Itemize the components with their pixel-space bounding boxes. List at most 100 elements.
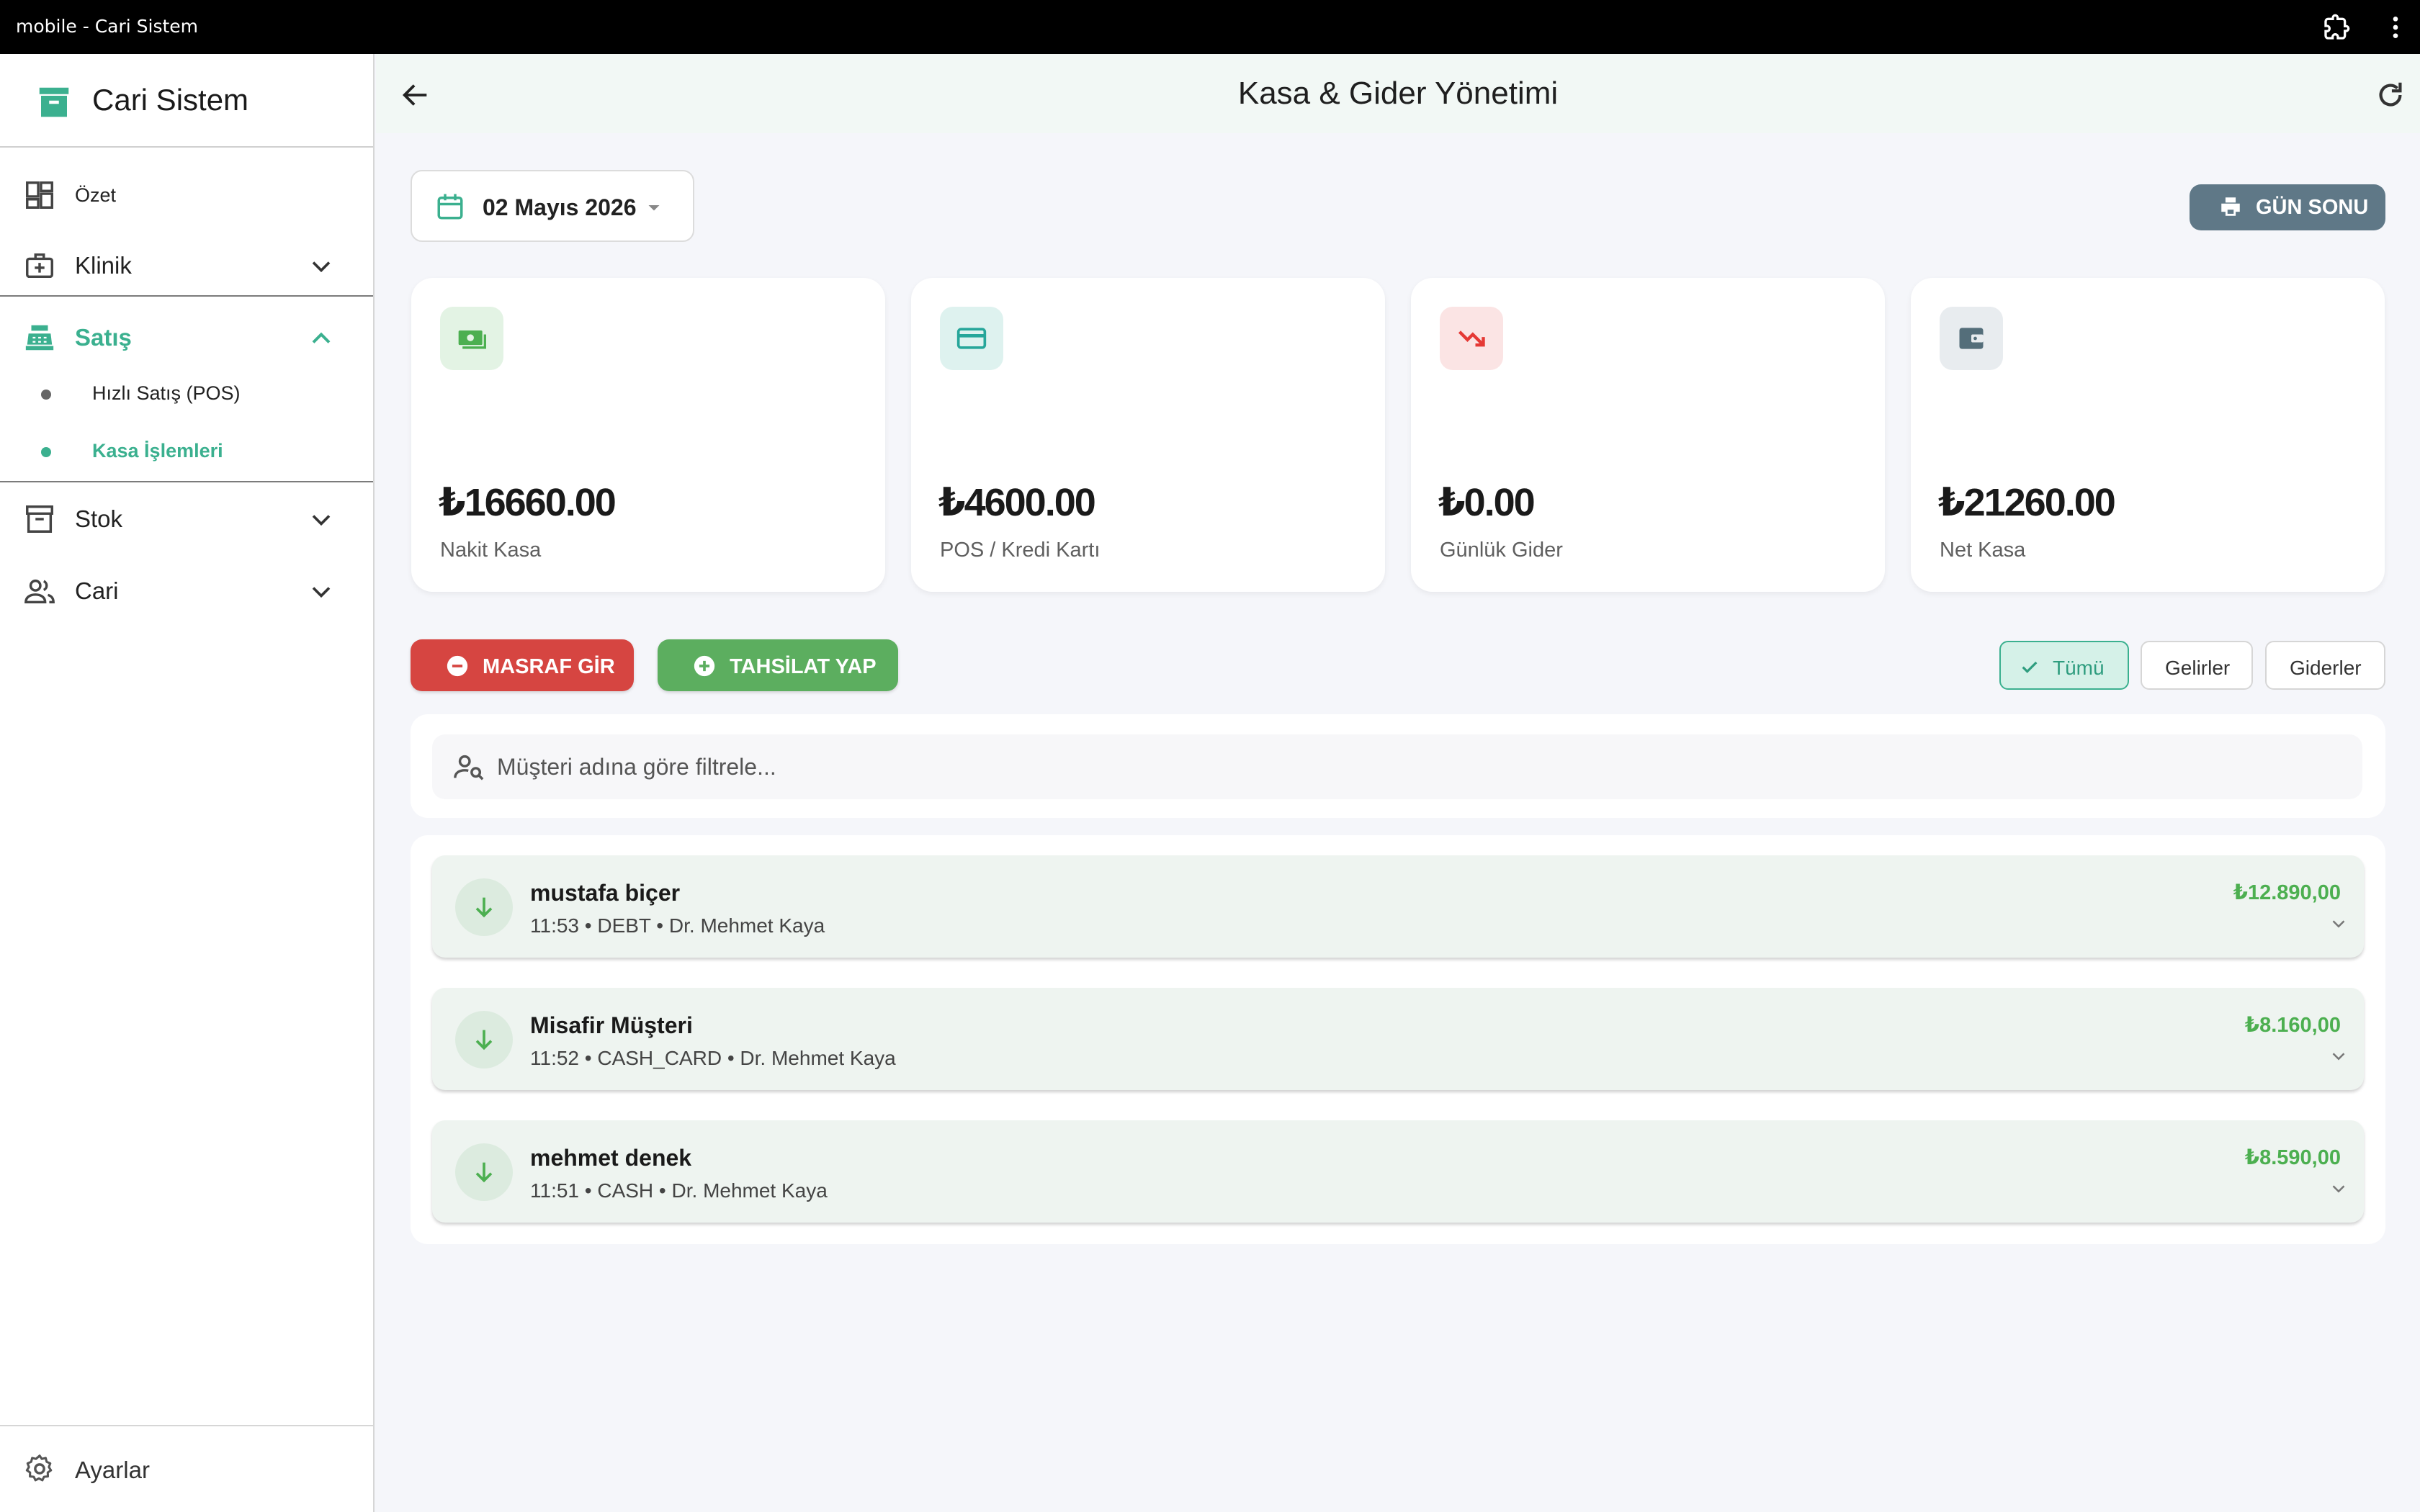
search-panel <box>411 714 2385 818</box>
chevron-down-icon <box>305 504 337 536</box>
filter-chip-expenses[interactable]: Giderler <box>2265 641 2385 690</box>
transaction-name: mustafa biçer <box>530 880 681 906</box>
sidebar-subitem-kasa[interactable]: Kasa İşlemleri <box>0 423 373 480</box>
day-end-button[interactable]: GÜN SONU <box>2190 184 2385 230</box>
medical-bag-icon <box>23 249 56 282</box>
archive-icon <box>35 83 73 122</box>
bullet-icon <box>41 447 51 457</box>
card-value: ₺21260.00 <box>1938 481 2116 524</box>
transaction-amount: ₺12.890,00 <box>2233 881 2341 904</box>
brand-title: Cari Sistem <box>92 83 249 117</box>
app-bar: Kasa & Gider Yönetimi <box>376 54 2420 133</box>
sidebar-subitem-label: Kasa İşlemleri <box>92 440 223 462</box>
check-icon <box>2018 655 2041 678</box>
search-box[interactable] <box>432 734 2362 799</box>
sidebar-subitem-label: Hızlı Satış (POS) <box>92 382 241 404</box>
transaction-row[interactable]: mustafa biçer 11:53 • DEBT • Dr. Mehmet … <box>432 855 2364 958</box>
sidebar-divider <box>0 295 373 297</box>
sidebar-item-ozet[interactable]: Özet <box>0 158 373 230</box>
expand-more-icon[interactable] <box>2328 913 2349 935</box>
dashboard-icon <box>23 179 56 212</box>
summary-card-pos: ₺4600.00 POS / Kredi Kartı <box>911 278 1385 592</box>
extension-icon[interactable] <box>2322 13 2351 42</box>
chevron-up-icon <box>305 323 337 354</box>
settings-label: Ayarlar <box>75 1457 150 1483</box>
transaction-list: mustafa biçer 11:53 • DEBT • Dr. Mehmet … <box>411 835 2385 1244</box>
card-label: Günlük Gider <box>1440 539 1563 562</box>
people-icon <box>23 575 56 608</box>
card-label: POS / Kredi Kartı <box>940 539 1101 562</box>
filter-chip-all[interactable]: Tümü <box>1999 641 2129 690</box>
arrow-down-icon <box>475 1162 493 1183</box>
trending-down-icon <box>1458 330 1485 347</box>
filter-chip-income[interactable]: Gelirler <box>2141 641 2253 690</box>
income-badge <box>455 878 513 936</box>
transaction-meta: 11:53 • DEBT • Dr. Mehmet Kaya <box>530 914 825 937</box>
sidebar-item-satis[interactable]: Satış <box>0 301 373 373</box>
sidebar-item-stok[interactable]: Stok <box>0 482 373 554</box>
bullet-icon <box>41 390 51 400</box>
sidebar-item-label: Klinik <box>75 252 132 279</box>
transaction-amount: ₺8.590,00 <box>2244 1146 2341 1169</box>
transaction-name: Misafir Müşteri <box>530 1012 693 1038</box>
wallet-icon <box>1959 328 1984 349</box>
add-circle-icon <box>692 654 717 678</box>
card-label: Net Kasa <box>1940 539 2026 562</box>
transaction-row[interactable]: mehmet denek 11:51 • CASH • Dr. Mehmet K… <box>432 1120 2364 1223</box>
income-badge <box>455 1011 513 1068</box>
add-expense-button[interactable]: MASRAF GİR <box>411 639 634 691</box>
transaction-meta: 11:52 • CASH_CARD • Dr. Mehmet Kaya <box>530 1047 896 1069</box>
sidebar-item-label: Cari <box>75 577 119 604</box>
card-label: Nakit Kasa <box>440 539 542 562</box>
card-value: ₺0.00 <box>1438 481 1536 524</box>
window-title: mobile - Cari Sistem <box>16 16 199 37</box>
sidebar-subitem-pos[interactable]: Hızlı Satış (POS) <box>0 365 373 423</box>
arrow-down-icon <box>475 897 493 918</box>
sidebar-item-label: Satış <box>75 324 132 351</box>
collect-payment-label: TAHSİLAT YAP <box>730 655 877 678</box>
day-end-label: GÜN SONU <box>2256 196 2369 219</box>
card-icon-box <box>1940 307 2003 370</box>
collect-payment-button[interactable]: TAHSİLAT YAP <box>658 639 898 691</box>
summary-card-net: ₺21260.00 Net Kasa <box>1911 278 2385 592</box>
chevron-down-icon <box>305 251 337 282</box>
dropdown-arrow-icon <box>641 194 667 220</box>
expand-more-icon[interactable] <box>2328 1045 2349 1067</box>
sidebar-item-klinik[interactable]: Klinik <box>0 229 373 301</box>
sidebar: Cari Sistem Özet Klinik Satış Hızlı Satı… <box>0 54 375 1512</box>
card-icon-box <box>940 307 1003 370</box>
calendar-icon <box>435 192 465 222</box>
transaction-name: mehmet denek <box>530 1145 692 1171</box>
expand-more-icon[interactable] <box>2328 1178 2349 1200</box>
credit-card-icon <box>956 328 987 349</box>
card-icon-box <box>440 307 503 370</box>
card-icon-box <box>1440 307 1503 370</box>
remove-circle-icon <box>445 654 470 678</box>
card-value: ₺4600.00 <box>938 481 1096 524</box>
sidebar-item-cari[interactable]: Cari <box>0 554 373 626</box>
search-input[interactable] <box>497 744 2298 789</box>
filter-chip-label: Tümü <box>2053 657 2105 679</box>
transaction-meta: 11:51 • CASH • Dr. Mehmet Kaya <box>530 1179 828 1202</box>
filter-chip-label: Gelirler <box>2165 657 2231 679</box>
cash-icon <box>458 330 486 349</box>
chevron-down-icon <box>305 576 337 608</box>
date-label: 02 Mayıs 2026 <box>483 194 637 220</box>
card-value: ₺16660.00 <box>439 481 617 524</box>
sidebar-item-label: Özet <box>75 184 117 206</box>
sidebar-settings[interactable]: Ayarlar <box>0 1425 373 1512</box>
transaction-row[interactable]: Misafir Müşteri 11:52 • CASH_CARD • Dr. … <box>432 988 2364 1090</box>
income-badge <box>455 1143 513 1201</box>
inventory-icon <box>23 503 56 536</box>
summary-card-expense: ₺0.00 Günlük Gider <box>1411 278 1885 592</box>
more-vert-icon[interactable] <box>2381 13 2410 42</box>
summary-card-cash: ₺16660.00 Nakit Kasa <box>411 278 885 592</box>
window-title-bar: mobile - Cari Sistem <box>0 0 2420 54</box>
refresh-icon[interactable] <box>2374 78 2407 112</box>
filter-chip-label: Giderler <box>2290 657 2362 679</box>
cash-register-icon <box>23 321 56 354</box>
sidebar-brand: Cari Sistem <box>0 54 373 148</box>
arrow-down-icon <box>475 1030 493 1050</box>
transaction-amount: ₺8.160,00 <box>2244 1014 2341 1037</box>
date-picker[interactable]: 02 Mayıs 2026 <box>411 170 694 242</box>
